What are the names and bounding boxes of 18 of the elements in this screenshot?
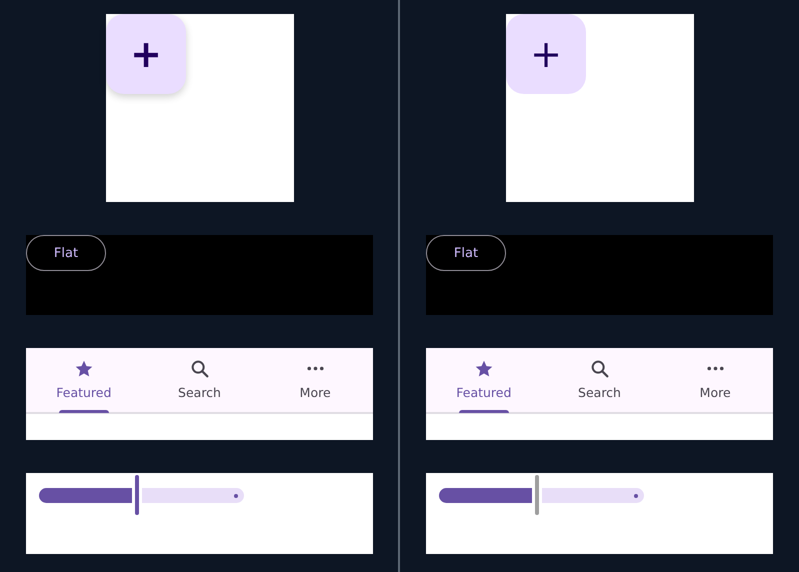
search-icon [588, 358, 610, 380]
tab[interactable]: More [657, 348, 774, 412]
tab[interactable]: Featured [26, 348, 142, 412]
tab[interactable]: Featured [426, 348, 542, 412]
more-icon [706, 366, 724, 371]
more-icon [306, 366, 324, 371]
flat-button[interactable]: Flat [26, 235, 106, 271]
tab[interactable]: Search [142, 348, 258, 412]
flat-button[interactable]: Flat [426, 235, 506, 271]
tab[interactable]: More [257, 348, 374, 412]
add-button[interactable]: + [506, 14, 586, 94]
slider-handle[interactable] [134, 475, 138, 515]
add-button[interactable]: + [106, 14, 186, 94]
stop-indicator-icon [234, 494, 238, 498]
stop-indicator-icon [634, 494, 638, 498]
tab[interactable]: Search [542, 348, 658, 412]
slider-handle[interactable] [534, 475, 538, 515]
search-icon [188, 358, 210, 380]
